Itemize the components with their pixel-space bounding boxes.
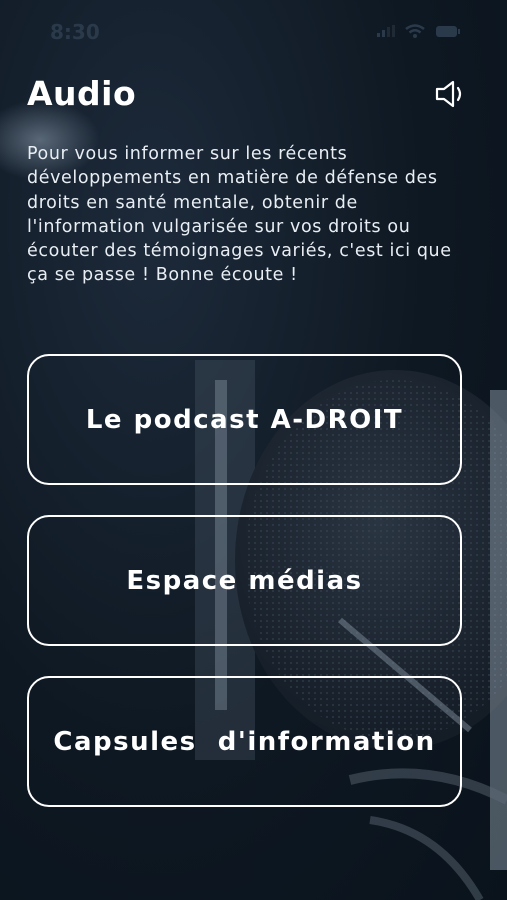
speaker-icon[interactable]	[433, 77, 467, 111]
status-bar: 8:30	[0, 0, 507, 64]
audio-screen: 8:30 Audio Pour vous informer sur les ré…	[0, 0, 507, 900]
intro-text: Pour vous informer sur les récents dével…	[27, 144, 452, 286]
espace-medias-button[interactable]: Espace médias	[27, 515, 462, 646]
status-time: 8:30	[50, 20, 100, 44]
signal-icon	[377, 25, 395, 37]
battery-icon	[436, 25, 460, 37]
wifi-icon	[405, 24, 425, 38]
capsules-information-button[interactable]: Capsules d'information	[27, 676, 462, 807]
status-icons	[377, 24, 461, 38]
podcast-a-droit-button[interactable]: Le podcast A-DROIT	[27, 354, 462, 485]
page-title: Audio	[27, 74, 137, 113]
